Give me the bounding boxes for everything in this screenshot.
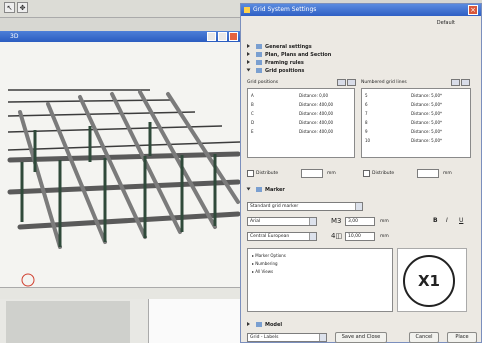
left-toolbar: ↖ ✥ (0, 0, 240, 18)
number-list-header: Numbered grid lines (361, 80, 407, 85)
cancel-button[interactable]: Cancel (409, 332, 439, 343)
font-select[interactable]: Arial (247, 217, 317, 226)
place-button[interactable]: Place (447, 332, 477, 343)
list-item[interactable]: 8 Distance: 5,00* (365, 120, 442, 125)
minimize-icon[interactable] (207, 32, 216, 41)
dialog-title-bar: Grid System Settings × (241, 4, 481, 16)
unit-label: mm (327, 171, 336, 176)
save-close-button[interactable]: Save and Close (335, 332, 387, 343)
encoding-select[interactable]: Central European (247, 232, 317, 241)
tree-item[interactable]: ▸ Numbering (252, 261, 278, 266)
distribute-checkbox[interactable] (247, 170, 254, 177)
list-item[interactable]: A Distance: 0,00 (251, 93, 328, 98)
tree-item[interactable]: ▸ All Views (252, 269, 273, 274)
beam (7, 111, 196, 117)
unit-label: mm (443, 171, 452, 176)
section-general[interactable]: General settings (247, 44, 312, 50)
size-icon: M3 (331, 217, 342, 225)
section-grid-positions[interactable]: Grid positions (246, 68, 304, 74)
remove-row-button[interactable] (461, 79, 470, 86)
dialog-close-icon[interactable]: × (468, 5, 478, 15)
add-row-button[interactable] (451, 79, 460, 86)
arrow-icon[interactable]: ↖ (4, 2, 15, 13)
italic-button[interactable]: I (446, 217, 448, 224)
size-field[interactable]: 3,00 (345, 217, 375, 226)
app-icon (244, 7, 250, 13)
letter-grid-list[interactable]: A Distance: 0,00 B Distance: 400,00 C Dista… (247, 88, 355, 158)
beam (7, 151, 241, 163)
beam (78, 95, 147, 239)
marker-type-select[interactable]: Standard grid marker (247, 202, 363, 211)
origin-marker (21, 273, 35, 287)
cursor-icon[interactable]: ✥ (17, 2, 28, 13)
list-item[interactable]: 10 Distance: 5,00* (365, 138, 442, 143)
distribute-field[interactable] (417, 169, 439, 178)
viewport-title: 3D (10, 33, 19, 40)
distribute-checkbox[interactable] (363, 170, 370, 177)
list-item[interactable]: D Distance: 400,00 (251, 120, 333, 125)
add-row-button[interactable] (337, 79, 346, 86)
section-framing[interactable]: Framing rules (247, 60, 304, 66)
status-bar (0, 287, 240, 299)
3d-viewport[interactable] (0, 42, 241, 287)
list-item[interactable]: 7 Distance: 5,00* (365, 111, 442, 116)
marker-options-tree[interactable]: ▸ Marker Options ▸ Numbering ▸ All Views (247, 248, 393, 312)
offset-icon: 4◫ (331, 232, 343, 240)
structural-grid-model (7, 89, 241, 287)
favorites-select[interactable]: Grid - Labels (247, 333, 327, 342)
default-label[interactable]: Default (437, 20, 455, 26)
list-item[interactable]: C Distance: 400,00 (251, 111, 333, 116)
remove-row-button[interactable] (347, 79, 356, 86)
distribute-label: Distribute (256, 171, 279, 176)
distribute-field[interactable] (301, 169, 323, 178)
maximize-icon[interactable] (218, 32, 227, 41)
distribute-label: Distribute (372, 171, 395, 176)
list-item[interactable]: 6 Distance: 5,00* (365, 102, 442, 107)
list-item[interactable]: E Distance: 400,00 (251, 129, 333, 134)
viewport-title-bar: 3D (0, 31, 240, 42)
info-column (148, 299, 240, 343)
offset-unit: mm (380, 234, 389, 239)
bold-button[interactable]: B (433, 217, 438, 224)
tree-item[interactable]: ▸ Marker Options (252, 253, 286, 258)
close-icon[interactable] (229, 32, 238, 41)
list-item[interactable]: 9 Distance: 5,00* (365, 129, 442, 134)
left-bottom-area (0, 299, 240, 343)
default-row: Default (241, 16, 481, 30)
section-plans[interactable]: Plan, Plans and Section (247, 52, 331, 58)
offset-field[interactable]: 10,00 (345, 232, 375, 241)
grid-settings-dialog: Grid System Settings × Default General s… (240, 3, 482, 343)
underline-button[interactable]: U (459, 217, 463, 224)
size-unit: mm (380, 219, 389, 224)
navigator-pane (6, 301, 130, 343)
marker-preview: X1 (403, 255, 455, 307)
dialog-title: Grid System Settings (253, 6, 317, 13)
section-model[interactable]: Model (247, 322, 282, 328)
number-grid-list[interactable]: 5 Distance: 5,00* 6 Distance: 5,00* 7 Dista… (361, 88, 471, 158)
list-item[interactable]: B Distance: 400,00 (251, 102, 333, 107)
list-item[interactable]: 5 Distance: 5,00* (365, 93, 442, 98)
letter-list-header: Grid positions (247, 80, 279, 85)
section-marker[interactable]: Marker (246, 187, 285, 193)
